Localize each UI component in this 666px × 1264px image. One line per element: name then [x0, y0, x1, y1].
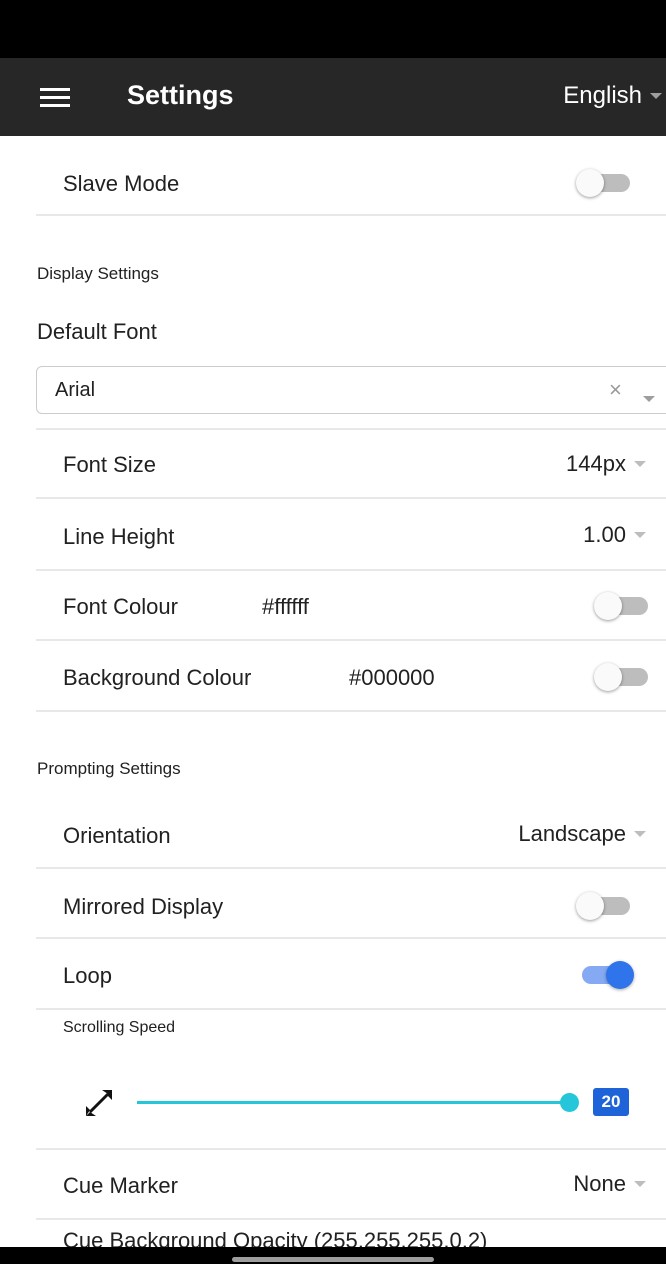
divider: [36, 428, 666, 430]
divider: [36, 214, 666, 216]
language-select[interactable]: English: [563, 82, 662, 110]
chevron-down-icon: [634, 1181, 646, 1187]
toggle-thumb: [576, 892, 604, 920]
orientation-label: Orientation: [63, 823, 171, 848]
default-font-select[interactable]: Arial ×: [36, 366, 666, 414]
expand-arrows-icon: [86, 1090, 112, 1116]
mirrored-display-toggle[interactable]: [576, 889, 636, 923]
page-title: Settings: [127, 80, 234, 110]
chevron-down-icon: [634, 831, 646, 837]
slave-mode-toggle[interactable]: [576, 166, 636, 200]
divider: [36, 867, 666, 869]
font-colour-label: Font Colour: [63, 594, 178, 619]
background-colour-value: #000000: [349, 665, 435, 690]
font-colour-value: #ffffff: [262, 594, 309, 619]
line-height-select[interactable]: 1.00: [583, 522, 646, 548]
background-colour-label: Background Colour: [63, 665, 252, 690]
partial-setting-row: Cue Background Opacity (255,255,255,0.2): [63, 1228, 488, 1247]
divider: [36, 710, 666, 712]
toggle-thumb: [576, 169, 604, 197]
font-size-label: Font Size: [63, 452, 156, 477]
font-colour-toggle[interactable]: [594, 589, 654, 623]
divider: [36, 639, 666, 641]
toggle-thumb: [606, 961, 634, 989]
font-size-select[interactable]: 144px: [566, 451, 646, 477]
settings-screen: Settings English Slave Mode Display Sett…: [0, 0, 666, 1264]
mirrored-display-label: Mirrored Display: [63, 894, 224, 919]
scrolling-speed-slider-thumb[interactable]: [560, 1093, 579, 1112]
app-bar: Settings English: [0, 58, 666, 136]
font-size-value: 144px: [566, 451, 626, 476]
cue-marker-select[interactable]: None: [573, 1171, 646, 1197]
clear-icon[interactable]: ×: [609, 377, 622, 403]
divider: [36, 1148, 666, 1150]
default-font-label: Default Font: [37, 319, 157, 344]
divider: [36, 569, 666, 571]
cue-marker-value: None: [573, 1171, 626, 1196]
divider: [36, 937, 666, 939]
divider: [36, 1218, 666, 1220]
chevron-down-icon: [650, 93, 662, 99]
scrolling-speed-label: Scrolling Speed: [63, 1019, 176, 1036]
default-font-value: Arial: [55, 379, 96, 401]
loop-label: Loop: [63, 963, 112, 988]
chevron-down-icon: [634, 532, 646, 538]
orientation-select[interactable]: Landscape: [518, 821, 646, 847]
divider: [36, 1008, 666, 1010]
toggle-thumb: [594, 592, 622, 620]
cue-marker-label: Cue Marker: [63, 1173, 178, 1198]
home-indicator[interactable]: [232, 1257, 434, 1262]
line-height-value: 1.00: [583, 522, 626, 547]
slave-mode-label: Slave Mode: [63, 171, 180, 196]
divider: [36, 497, 666, 499]
background-colour-toggle[interactable]: [594, 660, 654, 694]
prompting-settings-heading: Prompting Settings: [37, 759, 181, 778]
hamburger-menu-icon[interactable]: [40, 88, 70, 108]
loop-toggle[interactable]: [576, 958, 636, 992]
line-height-label: Line Height: [63, 524, 175, 549]
language-value: English: [563, 82, 642, 109]
chevron-down-icon: [634, 461, 646, 467]
status-bar: [0, 0, 666, 58]
orientation-value: Landscape: [518, 821, 626, 846]
scrolling-speed-value-badge: 20: [593, 1088, 629, 1116]
chevron-down-icon[interactable]: [643, 389, 655, 407]
display-settings-heading: Display Settings: [37, 264, 159, 283]
toggle-thumb: [594, 663, 622, 691]
scrolling-speed-slider-track[interactable]: [137, 1101, 571, 1104]
